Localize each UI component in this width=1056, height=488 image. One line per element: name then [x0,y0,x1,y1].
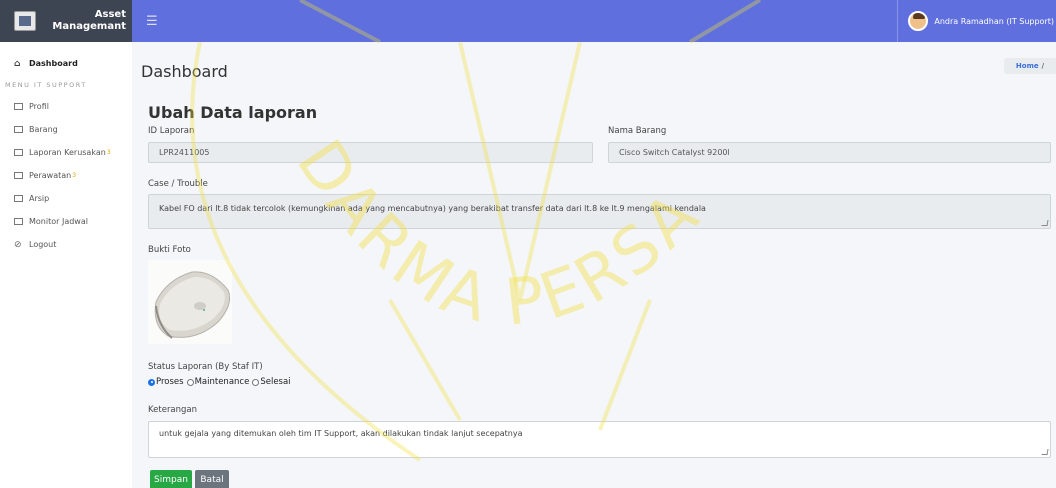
sidebar-item-monitor-jadwal[interactable]: Monitor Jadwal [0,210,132,233]
brand[interactable]: Asset Managemant [0,0,132,42]
sidebar-item-profil[interactable]: Profil [0,95,132,118]
bukti-foto-label: Bukti Foto [148,245,191,255]
case-text: Kabel FO dari lt.8 tidak tercolok (kemun… [159,204,706,213]
save-button[interactable]: Simpan [150,470,192,488]
table-icon [14,149,23,156]
radio-maintenance[interactable] [186,378,194,386]
breadcrumb-separator: / [1041,62,1044,70]
radio-proses[interactable] [148,378,155,386]
status-label: Status Laporan (By Staf IT) [148,362,263,372]
nama-barang-field[interactable]: Cisco Switch Catalyst 9200l [608,142,1051,163]
sidebar-item-label: Barang [29,125,58,134]
breadcrumb-home-link[interactable]: Home [1016,62,1039,70]
notification-badge: 3 [72,172,77,179]
sidebar-item-logout[interactable]: ⊘ Logout [0,233,132,256]
status-radio-group: Proses Maintenance Selesai [148,377,291,387]
radio-label-proses: Proses [156,377,184,387]
sidebar-item-label: Monitor Jadwal [29,217,88,226]
radio-label-selesai: Selesai [260,377,291,387]
network-device-image [154,271,231,339]
resize-handle-icon[interactable] [1041,449,1049,455]
brand-title-line2: Managemant [52,21,126,32]
top-bar: Asset Managemant ☰ Andra Ramadhan (IT Su… [0,0,1056,42]
nama-barang-label: Nama Barang [608,126,667,136]
sidebar-item-label: Laporan Kerusakan [29,148,106,157]
main-content: Dashboard Home / Ubah Data laporan ID Lap… [132,42,1056,488]
id-laporan-field[interactable]: LPR2411005 [148,142,593,163]
page-title: Dashboard [141,62,228,81]
radio-selesai[interactable] [252,378,260,386]
home-icon: ⌂ [14,58,21,69]
keterangan-textarea[interactable]: untuk gejala yang ditemukan oleh tim IT … [148,421,1051,458]
list-icon [14,126,23,133]
sidebar-item-perawatan[interactable]: Perawatan 3 [0,164,132,187]
sidebar-item-label: Profil [29,102,49,111]
keterangan-label: Keterangan [148,405,198,415]
sidebar-item-label: Arsip [29,194,50,203]
sidebar-item-label: Dashboard [29,59,78,68]
brand-title-line1: Asset [94,9,126,20]
resize-handle-icon[interactable] [1041,220,1049,226]
sidebar-item-label: Logout [29,240,57,249]
table-icon [14,218,23,225]
brand-logo-icon [14,11,36,31]
radio-label-maintenance: Maintenance [194,377,250,387]
sidebar: ⌂ Dashboard MENU IT SUPPORT Profil Baran… [0,42,132,488]
sidebar-item-barang[interactable]: Barang [0,118,132,141]
breadcrumb: Home / [1003,58,1056,74]
sidebar-section-header: MENU IT SUPPORT [5,81,87,89]
id-card-icon [14,103,23,110]
hamburger-icon[interactable]: ☰ [146,14,158,29]
user-avatar [908,11,929,31]
evidence-photo [148,260,232,344]
brand-title: Asset Managemant [46,9,126,33]
logout-icon: ⊘ [14,240,22,250]
id-laporan-label: ID Laporan [148,126,195,136]
case-textarea[interactable]: Kabel FO dari lt.8 tidak tercolok (kemun… [148,194,1051,229]
cancel-button[interactable]: Batal [195,470,229,488]
user-menu[interactable]: Andra Ramadhan (IT Support) [897,0,1056,42]
form-title: Ubah Data laporan [148,103,318,122]
notification-badge: 3 [106,149,111,156]
user-name: Andra Ramadhan (IT Support) [934,16,1054,26]
table-icon [14,195,23,202]
table-icon [14,172,23,179]
sidebar-item-laporan-kerusakan[interactable]: Laporan Kerusakan 3 [0,141,132,164]
sidebar-item-arsip[interactable]: Arsip [0,187,132,210]
navbar: ☰ Andra Ramadhan (IT Support) [132,0,1056,42]
case-label: Case / Trouble [148,179,208,189]
keterangan-text: untuk gejala yang ditemukan oleh tim IT … [159,429,523,438]
sidebar-item-dashboard[interactable]: ⌂ Dashboard [0,52,132,75]
sidebar-item-label: Perawatan [29,171,72,180]
